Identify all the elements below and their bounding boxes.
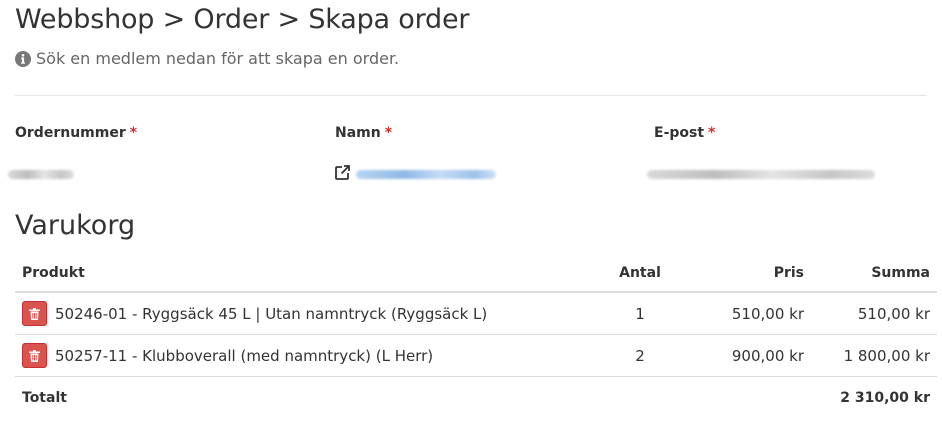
price-cell: 510,00 kr bbox=[677, 292, 811, 335]
product-name: 50246-01 - Ryggsäck 45 L | Utan namntryc… bbox=[55, 304, 488, 323]
column-header-quantity: Antal bbox=[603, 255, 677, 293]
total-value: 2 310,00 kr bbox=[840, 390, 930, 406]
cart-header-row: Produkt Antal Pris Summa bbox=[15, 255, 937, 293]
external-link-icon[interactable] bbox=[334, 164, 351, 181]
sum-cell: 510,00 kr bbox=[811, 292, 937, 335]
trash-icon bbox=[29, 307, 40, 320]
page-title: Webbshop > Order > Skapa order bbox=[15, 4, 470, 35]
order-number-value-redacted bbox=[8, 170, 74, 179]
cart-table: Produkt Antal Pris Summa 50246-01 - Rygg… bbox=[15, 255, 937, 419]
product-name: 50257-11 - Klubboverall (med namntryck) … bbox=[55, 346, 434, 365]
info-circle-icon bbox=[15, 50, 31, 67]
trash-icon bbox=[29, 349, 40, 362]
required-mark: * bbox=[708, 125, 716, 141]
member-name-link-redacted[interactable] bbox=[356, 170, 496, 179]
total-label: Totalt bbox=[22, 390, 67, 406]
page-subtitle: Sök en medlem nedan för att skapa en ord… bbox=[15, 49, 399, 68]
quantity-cell: 1 bbox=[603, 292, 677, 335]
table-row: 50246-01 - Ryggsäck 45 L | Utan namntryc… bbox=[15, 292, 937, 335]
header-divider bbox=[15, 95, 927, 96]
price-cell: 900,00 kr bbox=[677, 334, 811, 377]
required-mark: * bbox=[384, 125, 393, 141]
column-header-price: Pris bbox=[677, 255, 811, 293]
order-number-label: Ordernummer * bbox=[15, 125, 138, 141]
delete-button[interactable] bbox=[22, 301, 47, 326]
column-header-sum: Summa bbox=[811, 255, 937, 293]
required-mark: * bbox=[129, 125, 138, 141]
email-value-redacted bbox=[647, 170, 875, 179]
sum-cell: 1 800,00 kr bbox=[811, 334, 937, 377]
table-row: 50257-11 - Klubboverall (med namntryck) … bbox=[15, 334, 937, 377]
total-row: Totalt 2 310,00 kr bbox=[15, 377, 937, 420]
name-label: Namn * bbox=[335, 125, 393, 141]
subtitle-text: Sök en medlem nedan för att skapa en ord… bbox=[36, 49, 400, 68]
cart-title: Varukorg bbox=[15, 210, 136, 241]
quantity-cell: 2 bbox=[603, 334, 677, 377]
delete-button[interactable] bbox=[22, 343, 47, 368]
email-label: E-post * bbox=[654, 125, 716, 141]
column-header-product: Produkt bbox=[15, 255, 603, 293]
